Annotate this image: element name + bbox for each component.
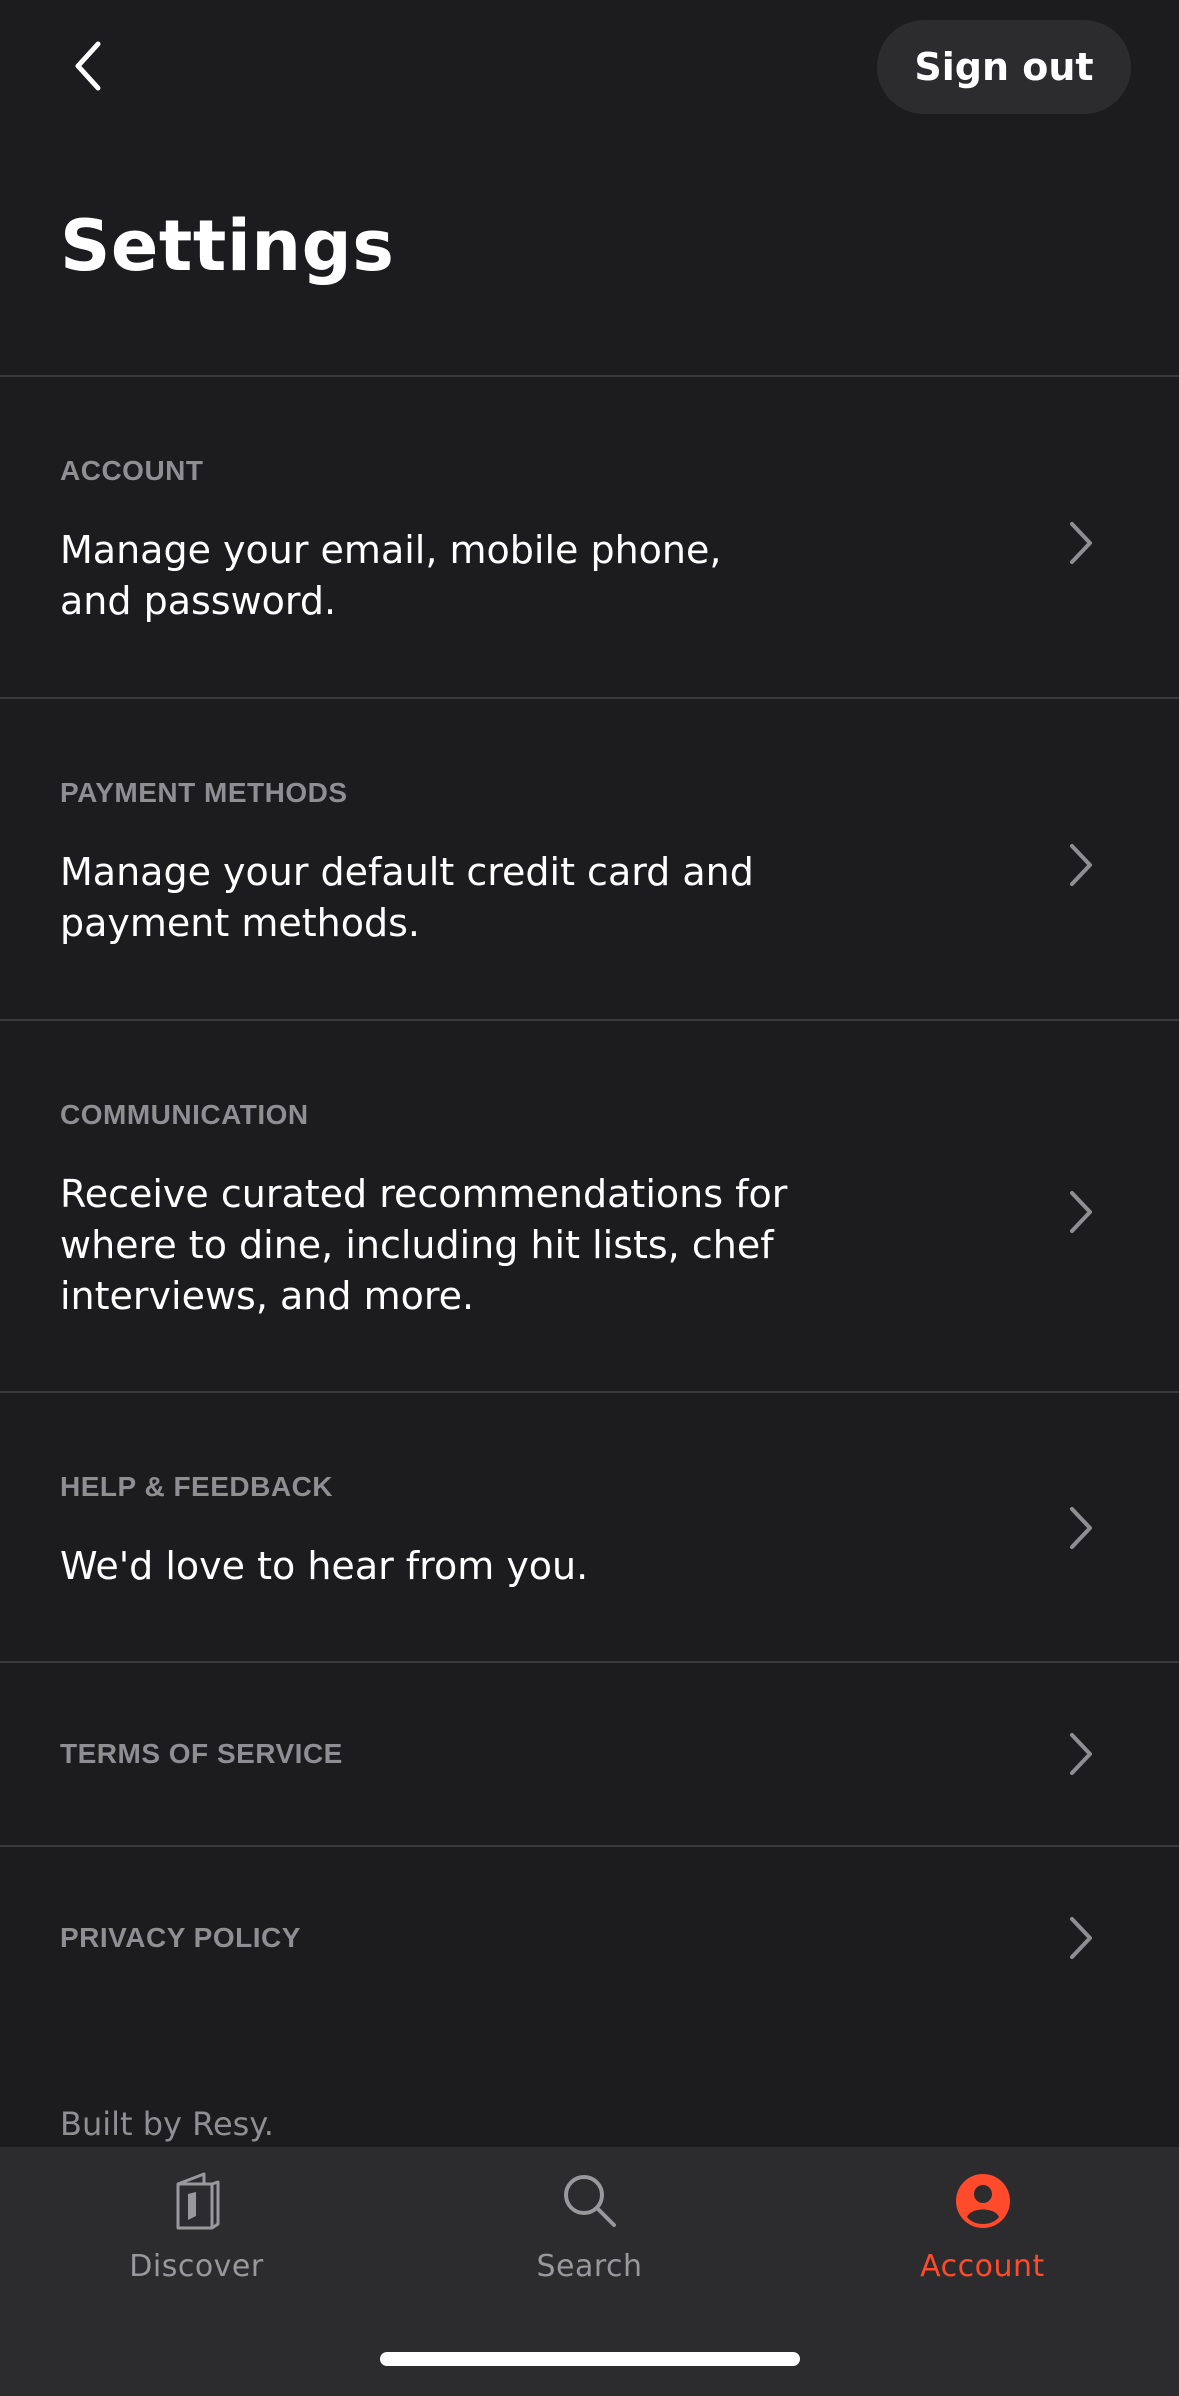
row-description: Manage your email, mobile phone, and pas… (60, 528, 722, 623)
tab-account[interactable]: Account (786, 2169, 1179, 2299)
settings-row-communication[interactable]: COMMUNICATION Receive curated recommenda… (0, 1021, 1179, 1391)
chevron-right-icon (1061, 1729, 1101, 1779)
row-label: PAYMENT METHODS (60, 777, 348, 808)
chevron-right-icon (1061, 840, 1101, 890)
row-description: Receive curated recommendations for wher… (60, 1172, 788, 1318)
settings-row-terms-of-service[interactable]: TERMS OF SERVICE (0, 1663, 1179, 1845)
tab-search[interactable]: Search (393, 2169, 786, 2299)
page-title: Settings (60, 205, 395, 287)
row-label: TERMS OF SERVICE (60, 1738, 343, 1769)
settings-row-privacy-policy[interactable]: PRIVACY POLICY (0, 1847, 1179, 2029)
search-icon (558, 2169, 622, 2233)
row-label: HELP & FEEDBACK (60, 1471, 334, 1502)
settings-row-account[interactable]: ACCOUNT Manage your email, mobile phone,… (0, 377, 1179, 697)
chevron-right-icon (1061, 1503, 1101, 1553)
built-by-text: Built by Resy. (60, 2105, 274, 2143)
tab-bar: Discover Search Account (0, 2147, 1179, 2396)
home-indicator (380, 2352, 800, 2366)
row-label: PRIVACY POLICY (60, 1922, 301, 1953)
settings-screen: Sign out Settings ACCOUNT Manage your em… (0, 0, 1179, 2396)
tab-label: Discover (129, 2249, 264, 2284)
account-icon (951, 2169, 1015, 2233)
row-label: ACCOUNT (60, 455, 204, 486)
settings-list: ACCOUNT Manage your email, mobile phone,… (0, 375, 1179, 2029)
row-description: Manage your default credit card and paym… (60, 850, 754, 945)
settings-row-payment-methods[interactable]: PAYMENT METHODS Manage your default cred… (0, 699, 1179, 1019)
chevron-left-icon (75, 41, 101, 91)
row-description: We'd love to hear from you. (60, 1544, 589, 1588)
row-label: COMMUNICATION (60, 1099, 309, 1130)
tab-discover[interactable]: Discover (0, 2169, 393, 2299)
chevron-right-icon (1061, 518, 1101, 568)
tab-label: Search (536, 2249, 643, 2284)
chevron-right-icon (1061, 1187, 1101, 1237)
top-bar: Sign out (0, 0, 1179, 140)
back-button[interactable] (48, 30, 128, 102)
tab-label: Account (920, 2249, 1045, 2284)
chevron-right-icon (1061, 1913, 1101, 1963)
settings-row-help-feedback[interactable]: HELP & FEEDBACK We'd love to hear from y… (0, 1393, 1179, 1661)
book-icon (165, 2169, 229, 2233)
sign-out-button[interactable]: Sign out (877, 20, 1131, 114)
